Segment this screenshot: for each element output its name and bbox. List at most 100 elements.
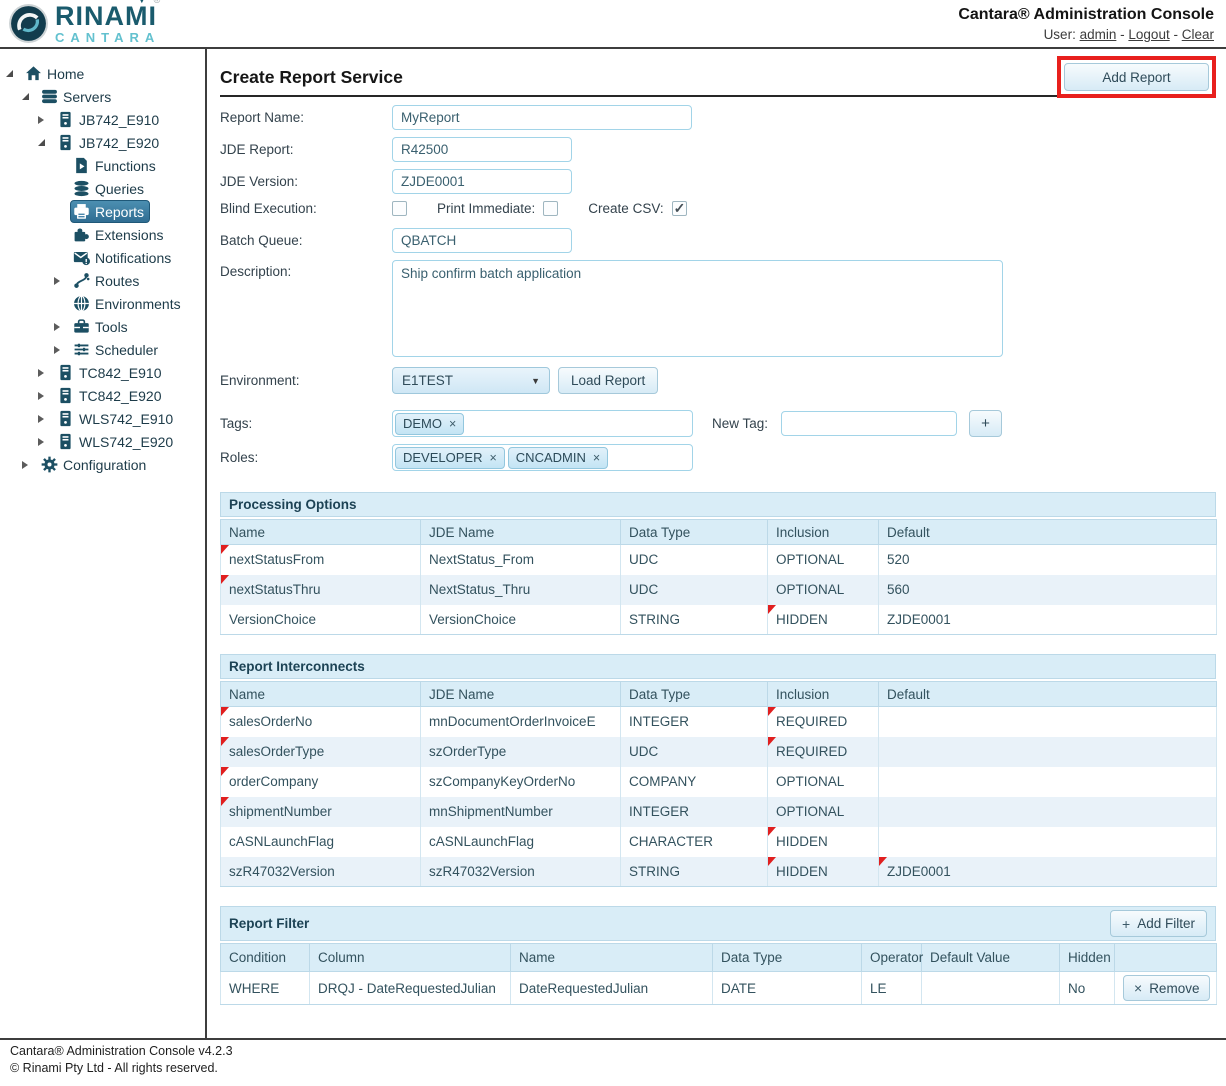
blind-execution-checkbox[interactable] <box>392 201 407 216</box>
add-tag-button[interactable]: + <box>969 410 1002 437</box>
table-cell[interactable]: OPTIONAL <box>768 797 879 827</box>
tree-collapsed-arrow-icon[interactable] <box>38 369 44 377</box>
table-row[interactable]: orderCompanyszCompanyKeyOrderNoCOMPANYOP… <box>221 767 1217 797</box>
table-cell[interactable]: COMPANY <box>621 767 768 797</box>
table-cell[interactable]: salesOrderType <box>221 737 421 767</box>
table-cell[interactable]: DATE <box>713 972 862 1005</box>
table-row[interactable]: nextStatusThruNextStatus_ThruUDCOPTIONAL… <box>221 575 1217 605</box>
table-cell[interactable]: ZJDE0001 <box>879 857 1217 887</box>
tree-collapsed-arrow-icon[interactable] <box>38 415 44 423</box>
table-row[interactable]: cASNLaunchFlagcASNLaunchFlagCHARACTERHID… <box>221 827 1217 857</box>
user-name-link[interactable]: admin <box>1080 27 1117 42</box>
description-textarea[interactable]: Ship confirm batch application <box>392 260 1003 357</box>
table-cell[interactable]: UDC <box>621 737 768 767</box>
sidebar-item-reports[interactable]: Reports <box>0 200 205 223</box>
tree-collapsed-arrow-icon[interactable] <box>38 438 44 446</box>
table-cell[interactable]: UDC <box>621 575 768 605</box>
chip-remove-icon[interactable]: × <box>489 451 496 465</box>
table-row[interactable]: WHEREDRQJ - DateRequestedJulianDateReque… <box>221 972 1217 1005</box>
table-cell[interactable]: INTEGER <box>621 797 768 827</box>
table-cell[interactable]: mnShipmentNumber <box>421 797 621 827</box>
table-cell[interactable]: CHARACTER <box>621 827 768 857</box>
sidebar-item-notifications[interactable]: Notifications <box>0 246 205 269</box>
tree-collapsed-arrow-icon[interactable] <box>54 346 60 354</box>
add-report-button[interactable]: Add Report <box>1064 63 1209 91</box>
table-cell[interactable]: DRQJ - DateRequestedJulian <box>310 972 511 1005</box>
table-cell[interactable]: cASNLaunchFlag <box>221 827 421 857</box>
sidebar-item-scheduler[interactable]: Scheduler <box>0 338 205 361</box>
table-row[interactable]: shipmentNumbermnShipmentNumberINTEGEROPT… <box>221 797 1217 827</box>
table-cell[interactable]: nextStatusThru <box>221 575 421 605</box>
table-cell[interactable]: HIDDEN <box>768 857 879 887</box>
table-cell[interactable] <box>879 797 1217 827</box>
jde-report-input[interactable] <box>392 137 572 162</box>
create-csv-checkbox[interactable] <box>672 201 687 216</box>
sidebar-item-wls742-e910[interactable]: WLS742_E910 <box>0 407 205 430</box>
environment-select[interactable]: E1TEST ▼ <box>392 367 550 394</box>
tree-collapsed-arrow-icon[interactable] <box>54 277 60 285</box>
tree-collapsed-arrow-icon[interactable] <box>38 116 44 124</box>
new-tag-input[interactable] <box>781 411 957 436</box>
table-cell[interactable]: REQUIRED <box>768 707 879 737</box>
table-cell[interactable]: shipmentNumber <box>221 797 421 827</box>
sidebar-item-queries[interactable]: Queries <box>0 177 205 200</box>
table-row[interactable]: salesOrderTypeszOrderTypeUDCREQUIRED <box>221 737 1217 767</box>
table-cell[interactable]: LE <box>862 972 922 1005</box>
sidebar-item-tc842-e910[interactable]: TC842_E910 <box>0 361 205 384</box>
chip-remove-icon[interactable]: × <box>449 417 456 431</box>
table-cell[interactable]: salesOrderNo <box>221 707 421 737</box>
report-name-input[interactable] <box>392 105 692 130</box>
table-cell[interactable]: VersionChoice <box>221 605 421 635</box>
tree-collapsed-arrow-icon[interactable] <box>22 461 28 469</box>
table-cell[interactable]: 520 <box>879 545 1217 575</box>
sidebar-item-routes[interactable]: Routes <box>0 269 205 292</box>
sidebar-item-tools[interactable]: Tools <box>0 315 205 338</box>
table-cell[interactable] <box>922 972 1060 1005</box>
table-cell[interactable]: szCompanyKeyOrderNo <box>421 767 621 797</box>
clear-link[interactable]: Clear <box>1182 27 1214 42</box>
tree-expanded-arrow-icon[interactable] <box>38 139 45 146</box>
table-cell[interactable]: DateRequestedJulian <box>511 972 713 1005</box>
logout-link[interactable]: Logout <box>1128 27 1169 42</box>
print-immediate-checkbox[interactable] <box>543 201 558 216</box>
table-cell[interactable]: OPTIONAL <box>768 545 879 575</box>
table-cell[interactable]: VersionChoice <box>421 605 621 635</box>
role-chip[interactable]: DEVELOPER× <box>395 447 505 469</box>
add-filter-button[interactable]: +Add Filter <box>1110 910 1207 937</box>
tree-collapsed-arrow-icon[interactable] <box>38 392 44 400</box>
load-report-button[interactable]: Load Report <box>558 367 658 394</box>
sidebar-item-functions[interactable]: Functions <box>0 154 205 177</box>
sidebar-item-environments[interactable]: Environments <box>0 292 205 315</box>
table-cell[interactable]: cASNLaunchFlag <box>421 827 621 857</box>
sidebar-item-home[interactable]: Home <box>0 62 205 85</box>
table-cell[interactable]: NextStatus_From <box>421 545 621 575</box>
roles-input[interactable]: DEVELOPER×CNCADMIN× <box>392 444 693 471</box>
role-chip[interactable]: CNCADMIN× <box>508 447 608 469</box>
sidebar-item-extensions[interactable]: Extensions <box>0 223 205 246</box>
remove-filter-button[interactable]: ×Remove <box>1123 975 1210 1001</box>
tree-collapsed-arrow-icon[interactable] <box>54 323 60 331</box>
chip-remove-icon[interactable]: × <box>593 451 600 465</box>
table-cell[interactable]: szR47032Version <box>221 857 421 887</box>
sidebar-item-jb742-e920[interactable]: JB742_E920 <box>0 131 205 154</box>
table-cell[interactable]: orderCompany <box>221 767 421 797</box>
table-row[interactable]: salesOrderNomnDocumentOrderInvoiceEINTEG… <box>221 707 1217 737</box>
table-cell[interactable]: INTEGER <box>621 707 768 737</box>
table-cell[interactable]: szR47032Version <box>421 857 621 887</box>
tags-input[interactable]: DEMO× <box>392 410 693 437</box>
table-cell[interactable]: REQUIRED <box>768 737 879 767</box>
table-cell[interactable] <box>879 767 1217 797</box>
tree-expanded-arrow-icon[interactable] <box>6 70 13 77</box>
table-cell[interactable]: nextStatusFrom <box>221 545 421 575</box>
batch-queue-input[interactable] <box>392 228 572 253</box>
sidebar-item-wls742-e920[interactable]: WLS742_E920 <box>0 430 205 453</box>
table-cell[interactable]: No <box>1060 972 1115 1005</box>
table-cell[interactable] <box>879 707 1217 737</box>
table-cell[interactable]: mnDocumentOrderInvoiceE <box>421 707 621 737</box>
table-cell[interactable]: STRING <box>621 857 768 887</box>
table-cell[interactable]: 560 <box>879 575 1217 605</box>
table-cell[interactable] <box>879 827 1217 857</box>
sidebar-item-servers[interactable]: Servers <box>0 85 205 108</box>
table-cell[interactable]: STRING <box>621 605 768 635</box>
table-cell[interactable] <box>879 737 1217 767</box>
